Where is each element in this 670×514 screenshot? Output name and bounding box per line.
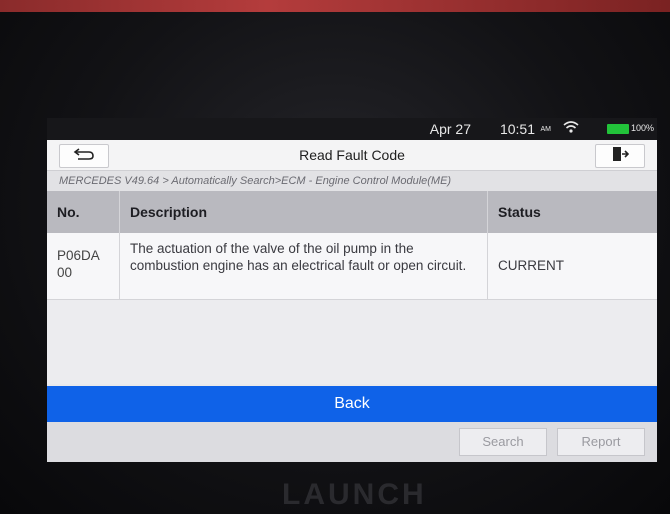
column-header-description: Description <box>119 191 487 233</box>
fault-code: P06DA 00 <box>57 248 100 280</box>
report-button[interactable]: Report <box>557 428 645 456</box>
wifi-icon <box>563 120 579 137</box>
status-time: 10:51 <box>499 121 535 137</box>
status-bar: Apr 27 10:51 AM 100% <box>47 118 657 140</box>
page-title: Read Fault Code <box>299 147 405 163</box>
column-header-status: Status <box>487 191 657 233</box>
back-button[interactable]: Back <box>47 386 657 422</box>
device-brand-logo: LAUNCH <box>282 478 427 511</box>
fault-code-table: No. Description Status P06DA 00 The actu… <box>47 191 657 300</box>
footer-toolbar: Search Report <box>47 422 657 462</box>
battery-percent: 100% <box>630 123 654 133</box>
breadcrumb: MERCEDES V49.64 > Automatically Search>E… <box>47 171 657 191</box>
battery-icon <box>607 124 629 134</box>
search-button[interactable]: Search <box>459 428 547 456</box>
column-header-no: No. <box>57 204 80 220</box>
table-empty-area <box>47 300 657 384</box>
tablet-screen: Apr 27 10:51 AM 100% Read Fault Code MER… <box>47 118 657 462</box>
title-bar: Read Fault Code <box>47 140 657 171</box>
fault-status: CURRENT <box>487 233 657 299</box>
device-top-edge <box>0 0 670 12</box>
fault-description: The actuation of the valve of the oil pu… <box>119 233 487 299</box>
exit-icon <box>611 146 630 167</box>
status-date: Apr 27 <box>429 121 471 137</box>
table-row[interactable]: P06DA 00 The actuation of the valve of t… <box>47 233 657 300</box>
table-header: No. Description Status <box>47 191 657 233</box>
status-ampm: AM <box>540 126 552 133</box>
exit-button[interactable] <box>595 144 645 168</box>
